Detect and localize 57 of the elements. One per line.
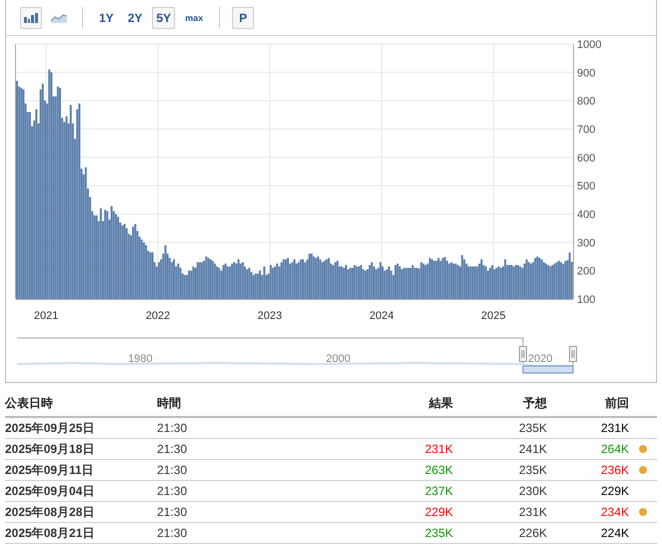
table-cell: 2025年09月11日 bbox=[5, 460, 157, 480]
navigator-year-label: 2020 bbox=[528, 353, 552, 365]
table-cell: 21:30 bbox=[157, 417, 307, 438]
table-cell: 231K bbox=[453, 502, 547, 522]
table-cell: 21:30 bbox=[157, 438, 307, 460]
table-cell: 21:30 bbox=[157, 522, 307, 544]
range-button[interactable]: 2Y bbox=[124, 6, 146, 28]
y-axis-label: 700 bbox=[577, 124, 596, 136]
range-button[interactable]: 1Y bbox=[95, 6, 118, 28]
range-button[interactable]: max bbox=[181, 6, 208, 28]
previous-value: 236K bbox=[600, 463, 629, 477]
p-button[interactable]: P bbox=[232, 6, 254, 28]
table-cell: 235K bbox=[453, 417, 547, 438]
y-axis-label: 200 bbox=[577, 266, 596, 278]
x-axis-label: 2023 bbox=[258, 310, 282, 322]
actual-value: 231K bbox=[424, 442, 453, 456]
y-axis-label: 900 bbox=[577, 67, 596, 80]
table-cell: 2025年09月25日 bbox=[5, 417, 157, 438]
actual-value: 235K bbox=[424, 526, 453, 540]
table-cell: 2025年08月21日 bbox=[5, 522, 157, 544]
table-cell: 2025年09月18日 bbox=[5, 438, 157, 460]
actual-value: 263K bbox=[424, 463, 453, 477]
navigator-year-label: 2000 bbox=[326, 353, 350, 365]
table-cell: 226K bbox=[453, 522, 547, 544]
y-axis-label: 800 bbox=[577, 96, 596, 108]
range-button[interactable]: 5Y bbox=[152, 6, 176, 28]
x-axis-label: 2021 bbox=[34, 310, 58, 322]
x-axis-label: 2022 bbox=[146, 310, 170, 322]
table-cell: 2025年08月28日 bbox=[5, 502, 157, 522]
x-axis-label: 2024 bbox=[369, 310, 394, 322]
navigator-year-label: 1980 bbox=[128, 353, 152, 365]
previous-value: 234K bbox=[600, 505, 629, 519]
table-cell: 21:30 bbox=[157, 460, 307, 480]
y-axis-label: 100 bbox=[577, 294, 596, 306]
y-axis-label: 1000 bbox=[577, 39, 602, 51]
table-cell: 2025年09月04日 bbox=[5, 480, 157, 502]
y-axis-label: 300 bbox=[577, 237, 596, 250]
y-axis-label: 500 bbox=[577, 180, 596, 193]
previous-value: 224K bbox=[600, 526, 629, 540]
previous-value: 229K bbox=[600, 484, 629, 498]
previous-value: 231K bbox=[600, 421, 629, 435]
table-cell: 21:30 bbox=[157, 480, 307, 502]
table-cell: 21:30 bbox=[157, 502, 307, 522]
y-axis-label: 600 bbox=[577, 152, 596, 164]
table-cell: 230K bbox=[453, 480, 547, 502]
actual-value: 237K bbox=[424, 484, 453, 498]
column-header: 時間 bbox=[157, 393, 307, 417]
column-header: 予想 bbox=[453, 393, 547, 417]
column-header: 結果 bbox=[307, 393, 453, 417]
actual-value: 229K bbox=[424, 505, 453, 519]
y-axis-label: 400 bbox=[577, 209, 596, 221]
column-header: 公表日時 bbox=[5, 393, 157, 417]
column-header: 前回 bbox=[547, 393, 629, 417]
table-cell: 235K bbox=[453, 460, 547, 480]
x-axis-label: 2025 bbox=[481, 310, 506, 322]
table-cell: 241K bbox=[453, 438, 547, 460]
previous-value: 264K bbox=[600, 442, 629, 456]
